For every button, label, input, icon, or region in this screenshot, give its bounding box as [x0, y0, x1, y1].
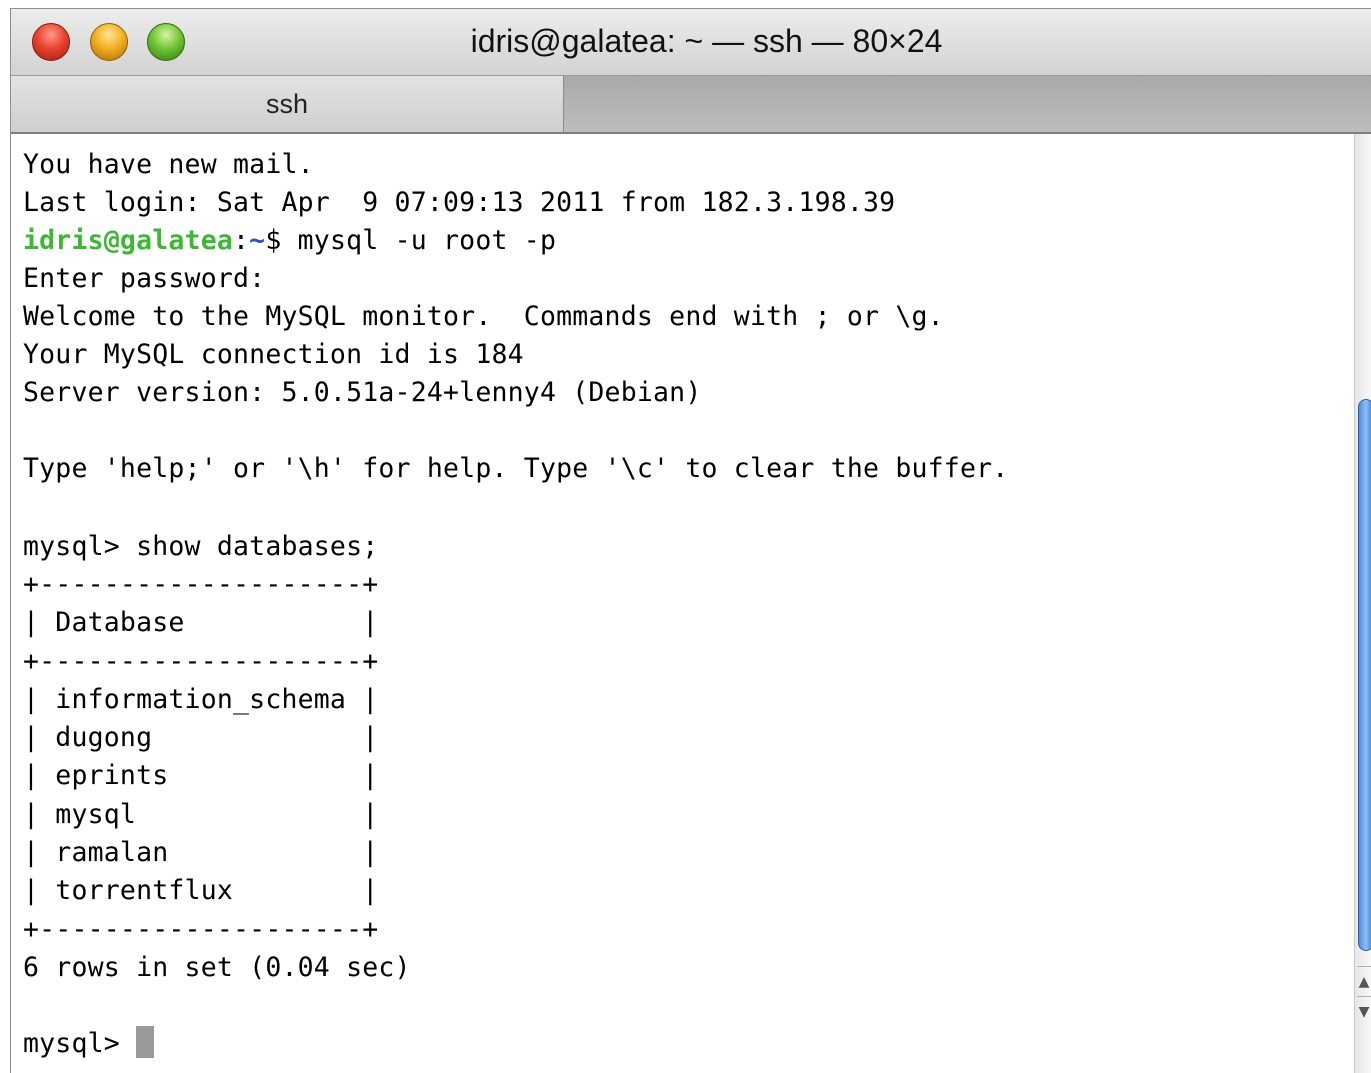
table-row: | torrentflux |	[23, 875, 379, 906]
scrollbar-thumb[interactable]	[1358, 399, 1371, 951]
table-row: | ramalan |	[23, 837, 379, 868]
scroll-down-icon[interactable]: ▼	[1357, 996, 1371, 1027]
prompt-path: ~	[249, 225, 266, 256]
terminal-line: Your MySQL connection id is 184	[23, 339, 524, 370]
table-row: | mysql |	[23, 799, 379, 830]
tab-bar: ssh	[11, 76, 1371, 134]
mysql-prompt-line[interactable]: mysql>	[23, 1025, 155, 1063]
terminal-line: Server version: 5.0.51a-24+lenny4 (Debia…	[23, 377, 702, 408]
table-header: | Database |	[23, 607, 379, 638]
text-cursor	[136, 1026, 155, 1058]
prompt-command: mysql -u root -p	[281, 225, 557, 256]
prompt-separator: :	[233, 225, 250, 256]
table-border: +--------------------+	[23, 569, 379, 600]
terminal-window: idris@galatea: ~ — ssh — 80×24 ssh You h…	[10, 8, 1371, 1073]
vertical-scrollbar[interactable]: ▲ ▼	[1354, 134, 1371, 1073]
terminal-line: You have new mail.	[23, 149, 314, 180]
terminal-line: Welcome to the MySQL monitor. Commands e…	[23, 301, 944, 332]
scroll-up-icon[interactable]: ▲	[1357, 966, 1371, 997]
table-row: | eprints |	[23, 760, 379, 791]
prompt-symbol: $	[265, 225, 282, 256]
table-border: +--------------------+	[23, 646, 379, 677]
table-border: +--------------------+	[23, 914, 379, 945]
terminal-line: Enter password:	[23, 263, 266, 294]
terminal-line: mysql> show databases;	[23, 531, 379, 562]
title-bar[interactable]: idris@galatea: ~ — ssh — 80×24	[11, 9, 1371, 76]
terminal-line: Type 'help;' or '\h' for help. Type '\c'…	[23, 453, 1009, 484]
shell-prompt-line: idris@galatea:~$ mysql -u root -p	[23, 222, 556, 260]
mysql-prompt: mysql>	[23, 1028, 137, 1059]
terminal-line: 6 rows in set (0.04 sec)	[23, 952, 411, 983]
tab-ssh[interactable]: ssh	[11, 76, 564, 132]
prompt-user-host: idris@galatea	[23, 225, 234, 256]
table-row: | dugong |	[23, 722, 379, 753]
terminal-output[interactable]: You have new mail. Last login: Sat Apr 9…	[11, 134, 1354, 1073]
table-row: | information_schema |	[23, 684, 379, 715]
terminal-line: Last login: Sat Apr 9 07:09:13 2011 from…	[23, 187, 896, 218]
window-title: idris@galatea: ~ — ssh — 80×24	[470, 23, 943, 59]
